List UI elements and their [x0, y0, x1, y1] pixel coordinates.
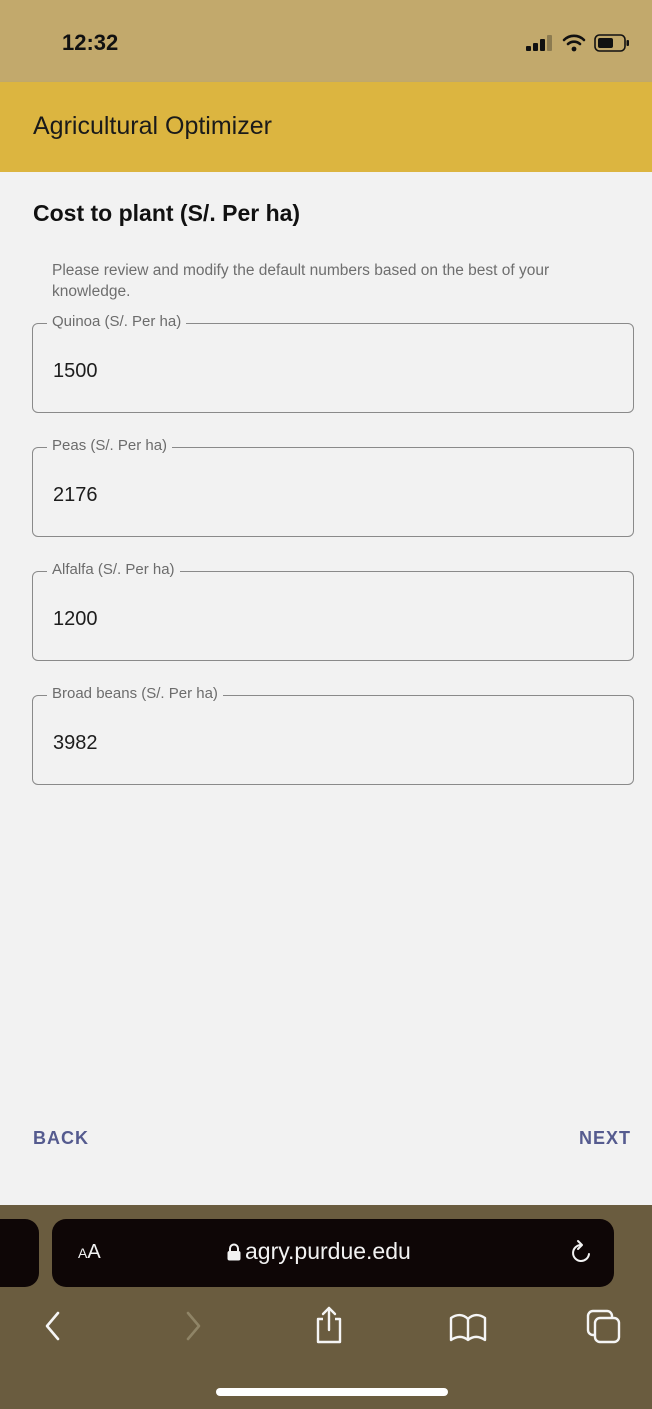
main-content: Cost to plant (S/. Per ha) Please review…	[0, 172, 652, 1205]
back-arrow-icon[interactable]	[40, 1309, 66, 1343]
address-bar[interactable]: AA agry.purdue.edu	[52, 1219, 614, 1287]
url-display[interactable]: agry.purdue.edu	[227, 1238, 411, 1265]
alfalfa-field-label: Alfalfa (S/. Per ha)	[47, 561, 180, 578]
broad-beans-field[interactable]: Broad beans (S/. Per ha)	[32, 685, 634, 785]
bookmarks-icon[interactable]	[448, 1313, 488, 1343]
forward-arrow-icon[interactable]	[180, 1309, 206, 1343]
alfalfa-input[interactable]	[53, 602, 613, 636]
share-icon[interactable]	[312, 1305, 346, 1345]
broad-beans-input[interactable]	[53, 726, 613, 760]
peas-input[interactable]	[53, 478, 613, 512]
section-title: Cost to plant (S/. Per ha)	[33, 200, 301, 226]
quinoa-field[interactable]: Quinoa (S/. Per ha)	[32, 313, 634, 413]
lock-icon	[227, 1243, 241, 1260]
quinoa-field-label: Quinoa (S/. Per ha)	[47, 313, 187, 330]
broad-beans-field-label: Broad beans (S/. Per ha)	[47, 685, 223, 702]
alfalfa-field[interactable]: Alfalfa (S/. Per ha)	[32, 561, 634, 661]
helper-text: Please review and modify the default num…	[52, 262, 550, 300]
status-icons	[526, 34, 630, 52]
quinoa-input[interactable]	[53, 354, 613, 388]
next-button[interactable]: NEXT	[579, 1128, 631, 1149]
tabs-icon[interactable]	[586, 1309, 622, 1345]
app-title: Agricultural Optimizer	[33, 112, 272, 140]
peas-field[interactable]: Peas (S/. Per ha)	[32, 437, 634, 537]
status-time: 12:32	[62, 30, 119, 55]
url-text: agry.purdue.edu	[245, 1238, 411, 1264]
home-indicator[interactable]	[216, 1388, 448, 1396]
app-bar: Agricultural Optimizer	[0, 82, 652, 172]
reload-icon[interactable]	[568, 1237, 596, 1267]
status-bar: 12:32	[0, 0, 652, 82]
browser-chrome: AA agry.purdue.edu	[0, 1205, 652, 1409]
battery-icon	[594, 34, 629, 52]
back-button[interactable]: BACK	[33, 1128, 89, 1149]
peas-field-label: Peas (S/. Per ha)	[47, 437, 173, 454]
previous-tab-peek[interactable]	[0, 1219, 39, 1287]
reader-aa-button[interactable]: AA	[78, 1241, 101, 1264]
wifi-icon	[562, 34, 586, 52]
cellular-signal-icon	[526, 35, 552, 51]
